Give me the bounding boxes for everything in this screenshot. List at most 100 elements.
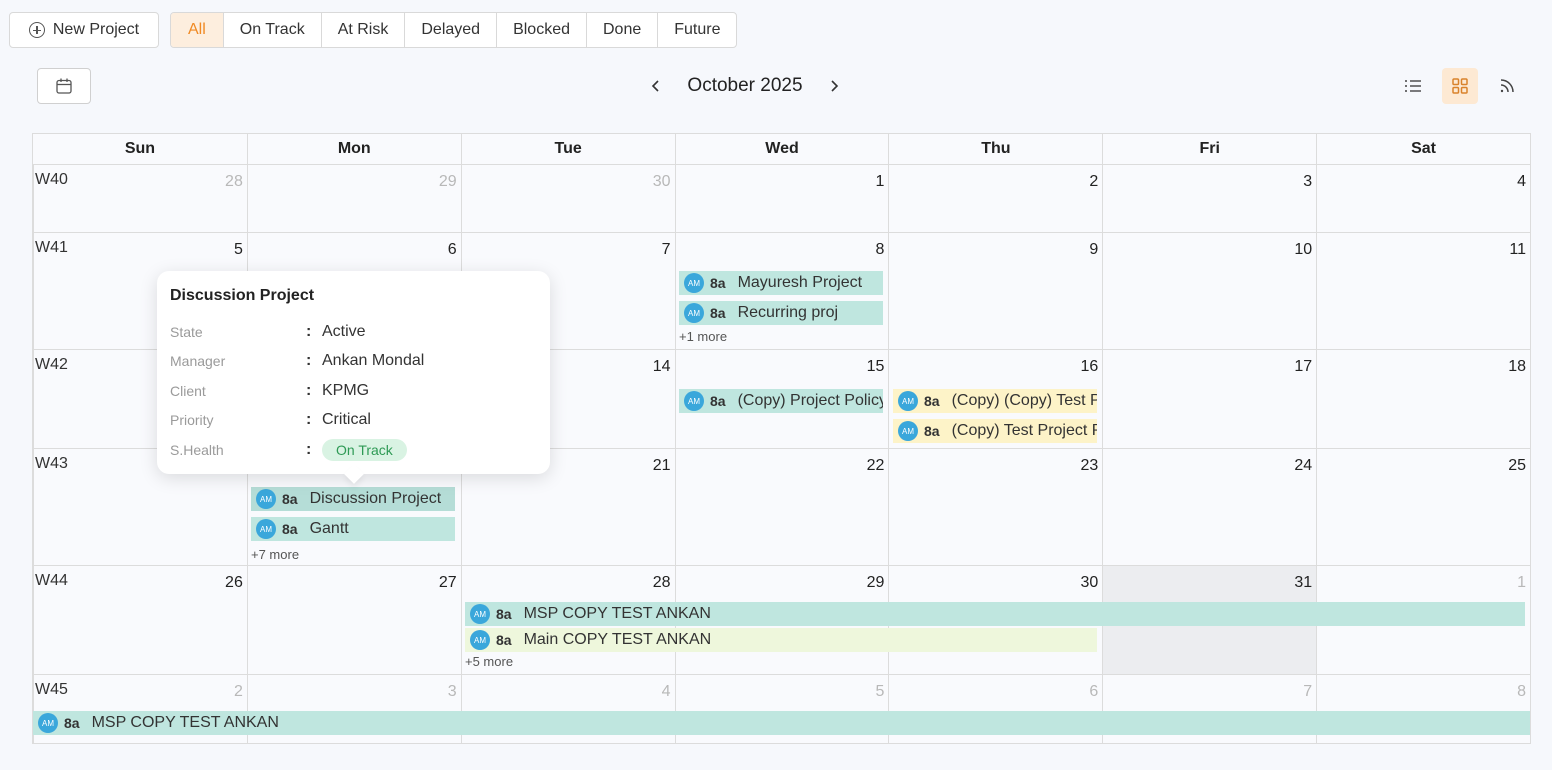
more-events-link[interactable]: +5 more <box>465 654 513 669</box>
field-separator: : <box>306 440 312 458</box>
day-cell[interactable]: 11 <box>1316 233 1530 349</box>
week-row: W44 26 27 28 29 30 31 1 AM 8a MSP COPY T… <box>33 566 1530 675</box>
filter-all[interactable]: All <box>171 13 223 47</box>
event-bar[interactable]: AM 8a Recurring proj <box>679 301 883 325</box>
day-cell[interactable]: 9 <box>888 233 1102 349</box>
event-bar[interactable]: AM 8a (Copy) Test Project Policy <box>893 419 1097 443</box>
week-number: W42 <box>35 356 68 373</box>
day-cell[interactable]: 17 <box>1102 350 1316 448</box>
list-view-button[interactable] <box>1395 68 1431 104</box>
event-time: 8a <box>924 393 940 409</box>
event-bar[interactable]: AM 8a Mayuresh Project <box>679 271 883 295</box>
day-number: 1 <box>875 173 885 190</box>
field-value: Active <box>322 322 366 340</box>
day-cell[interactable]: 29 <box>246 165 461 232</box>
field-separator: : <box>306 352 312 370</box>
more-events-link[interactable]: +7 more <box>251 547 299 562</box>
day-cell[interactable]: 2 <box>888 165 1102 232</box>
day-cell[interactable]: 10 <box>1102 233 1316 349</box>
filter-blocked[interactable]: Blocked <box>496 13 586 47</box>
day-number: 2 <box>1089 173 1099 190</box>
day-cell[interactable]: 24 <box>1102 449 1316 565</box>
week-number: W41 <box>35 239 68 256</box>
day-number: 28 <box>652 574 671 591</box>
list-icon <box>1405 80 1421 92</box>
filter-delayed[interactable]: Delayed <box>404 13 496 47</box>
event-bar[interactable]: AM 8a Main COPY TEST ANKAN <box>465 628 1097 652</box>
event-time: 8a <box>710 305 726 321</box>
day-cell[interactable]: 4 <box>1316 165 1530 232</box>
filter-at-risk[interactable]: At Risk <box>320 13 405 47</box>
day-number: 5 <box>233 241 243 258</box>
weekday-sun: Sun <box>124 140 156 157</box>
calendar-view-button[interactable] <box>1442 68 1478 104</box>
popover-row-state: State : Active <box>170 317 537 347</box>
day-number: 25 <box>1508 457 1526 474</box>
event-bar[interactable]: AM 8a (Copy) (Copy) Test Project <box>893 389 1097 413</box>
filter-done[interactable]: Done <box>585 13 657 47</box>
prev-month-button[interactable] <box>640 70 672 102</box>
new-project-button[interactable]: New Project <box>9 12 159 48</box>
popover-row-client: Client : KPMG <box>170 376 537 406</box>
event-title: Recurring proj <box>737 304 839 321</box>
popover-row-priority: Priority : Critical <box>170 406 537 436</box>
filter-future[interactable]: Future <box>657 13 736 47</box>
day-number: 26 <box>225 574 243 591</box>
event-bar[interactable]: AM 8a MSP COPY TEST ANKAN <box>465 602 1525 626</box>
more-events-link[interactable]: +1 more <box>679 329 727 344</box>
health-status-badge: On Track <box>322 438 407 461</box>
event-time: 8a <box>496 606 512 622</box>
event-bar[interactable]: AM 8a (Copy) Project Policy <box>679 389 883 413</box>
day-cell[interactable]: 3 <box>1102 165 1316 232</box>
day-cell[interactable]: 1 <box>674 165 889 232</box>
week-row: W40 28 29 30 1 2 3 4 <box>33 165 1530 233</box>
day-number: 1 <box>1517 574 1526 591</box>
week-number: W43 <box>35 455 68 472</box>
next-month-button[interactable] <box>818 70 850 102</box>
day-cell[interactable]: 18 <box>1316 350 1530 448</box>
field-label: State <box>170 323 203 340</box>
status-filter-group: All On Track At Risk Delayed Blocked Don… <box>170 12 738 48</box>
day-number: 29 <box>866 574 885 591</box>
week-row: W45 2 3 4 5 6 7 8 AM 8a MSP COPY TEST AN… <box>33 675 1530 743</box>
field-label: Priority <box>170 412 214 429</box>
avatar: AM <box>470 630 490 650</box>
day-number: 3 <box>447 683 457 700</box>
day-cell[interactable]: 27 <box>246 566 461 674</box>
rss-icon <box>1500 79 1514 93</box>
field-label: Manager <box>170 353 226 370</box>
day-cell[interactable]: 30 <box>460 165 675 232</box>
event-title: (Copy) Project Policy <box>737 392 883 409</box>
event-bar[interactable]: AM 8a Discussion Project <box>251 487 455 511</box>
day-number: 7 <box>1303 683 1313 700</box>
filter-on-track[interactable]: On Track <box>222 13 321 47</box>
day-number: 27 <box>438 574 457 591</box>
avatar: AM <box>684 273 704 293</box>
event-time: 8a <box>710 275 726 291</box>
day-number: 6 <box>447 241 457 258</box>
event-bar[interactable]: AM 8a Gantt <box>251 517 455 541</box>
add-circle-icon <box>28 22 45 38</box>
day-number: 31 <box>1294 574 1313 591</box>
day-number: 5 <box>875 683 885 700</box>
day-number: 23 <box>1080 457 1099 474</box>
event-time: 8a <box>64 715 80 731</box>
day-cell[interactable]: 23 <box>888 449 1102 565</box>
feed-view-button[interactable] <box>1489 68 1525 104</box>
month-navigator: October 2025 <box>640 70 850 102</box>
day-number: 15 <box>866 358 885 375</box>
field-label: Client <box>170 382 206 399</box>
day-cell[interactable]: 22 <box>674 449 889 565</box>
event-title: (Copy) Test Project Policy <box>951 422 1097 439</box>
day-number: 24 <box>1294 457 1313 474</box>
field-label: S.Health <box>170 441 224 458</box>
date-picker-button[interactable] <box>37 68 91 104</box>
project-details-popover: Discussion Project State : Active Manage… <box>157 271 550 474</box>
day-cell[interactable]: 25 <box>1316 449 1530 565</box>
event-bar[interactable]: AM 8a MSP COPY TEST ANKAN <box>33 711 1530 735</box>
weekday-tue: Tue <box>460 134 675 164</box>
day-number: 30 <box>1080 574 1099 591</box>
day-number: 7 <box>661 241 671 258</box>
field-value: Ankan Mondal <box>322 352 425 370</box>
chevron-left-icon <box>651 80 659 92</box>
